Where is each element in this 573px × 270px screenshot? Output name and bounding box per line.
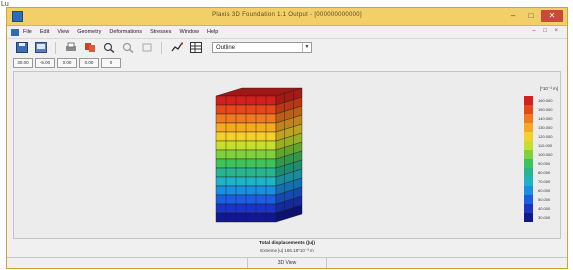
toolbar-separator — [161, 41, 162, 54]
legend-label: 100.000 — [538, 152, 553, 157]
minimize-button[interactable]: – — [505, 10, 521, 22]
close-button[interactable]: ✕ — [541, 10, 563, 22]
soil-block-model[interactable] — [14, 72, 560, 238]
menu-view[interactable]: View — [57, 29, 69, 35]
caption-quantity: Total displacements (|u|) — [259, 241, 315, 246]
view-angle-field[interactable]: 0.00 — [79, 57, 99, 68]
legend-entry: 110.000 — [524, 141, 564, 150]
output-type-value: Outline — [216, 45, 236, 51]
legend-label: 140.000 — [538, 116, 553, 121]
menu-deformations[interactable]: Deformations — [109, 29, 142, 35]
legend-label: 130.000 — [538, 125, 553, 130]
legend-swatch — [524, 114, 533, 123]
table-icon[interactable] — [189, 42, 202, 54]
color-legend: [*10⁻³ m] 160.000 150.000 140.000 130.000 12… — [524, 86, 564, 222]
chart-icon[interactable] — [170, 42, 183, 54]
legend-label: 30.000 — [538, 215, 551, 220]
legend-swatch — [524, 159, 533, 168]
app-window: Plaxis 3D Foundation 1.1 Output - [00000… — [6, 7, 568, 269]
legend-swatch — [524, 177, 533, 186]
legend-swatch — [524, 195, 533, 204]
mdi-controls[interactable]: – □ × — [532, 28, 561, 34]
legend-swatch — [524, 150, 533, 159]
legend-entry: 160.000 — [524, 96, 564, 105]
legend-entry: 80.000 — [524, 168, 564, 177]
legend-entry: 90.000 — [524, 159, 564, 168]
legend-swatch — [524, 204, 533, 213]
legend-swatch — [524, 168, 533, 177]
legend-entry: 120.000 — [524, 132, 564, 141]
legend-swatch — [524, 186, 533, 195]
legend-entry: 70.000 — [524, 177, 564, 186]
print-icon[interactable] — [64, 42, 77, 54]
view-angle-field[interactable]: 30.00 — [13, 57, 33, 68]
legend-label: 150.000 — [538, 107, 553, 112]
copy-icon[interactable] — [83, 42, 96, 54]
zoom-out-icon[interactable] — [121, 42, 134, 54]
legend-entry: 50.000 — [524, 195, 564, 204]
legend-swatch — [524, 141, 533, 150]
menu-help[interactable]: Help — [207, 29, 218, 35]
legend-entries: 160.000 150.000 140.000 130.000 120.000 110.0… — [524, 96, 564, 222]
plot-caption: Total displacements (|u|) Extreme |u| 16… — [13, 241, 561, 257]
menu-geometry[interactable]: Geometry — [77, 29, 101, 35]
legend-swatch — [524, 213, 533, 222]
view-angle-bar: 30.00 -5.00 0.00 0.00 0 — [7, 57, 567, 68]
legend-entry: 130.000 — [524, 123, 564, 132]
legend-title: [*10⁻³ m] — [539, 86, 558, 91]
view-angle-field[interactable]: -5.00 — [35, 57, 55, 68]
legend-swatch — [524, 105, 533, 114]
save-icon[interactable] — [15, 42, 28, 54]
output-type-select[interactable]: Outline ▼ — [212, 42, 312, 53]
legend-label: 60.000 — [538, 188, 551, 193]
title-bar[interactable]: Plaxis 3D Foundation 1.1 Output - [00000… — [7, 8, 567, 26]
menu-edit[interactable]: Edit — [40, 29, 49, 35]
legend-label: 40.000 — [538, 206, 551, 211]
legend-label: 50.000 — [538, 197, 551, 202]
view-angle-field[interactable]: 0.00 — [57, 57, 77, 68]
menu-stresses[interactable]: Stresses — [150, 29, 171, 35]
maximize-button[interactable]: □ — [523, 10, 539, 22]
chevron-down-icon[interactable]: ▼ — [302, 43, 311, 52]
legend-label: 110.000 — [538, 143, 553, 148]
legend-label: 120.000 — [538, 134, 553, 139]
view-angle-field[interactable]: 0 — [101, 57, 121, 68]
menu-bar: File Edit View Geometry Deformations Str… — [7, 27, 567, 37]
legend-label: 70.000 — [538, 179, 551, 184]
legend-label: 80.000 — [538, 170, 551, 175]
window-controls: – □ ✕ — [505, 10, 563, 22]
legend-swatch — [524, 96, 533, 105]
toolbar: Outline ▼ — [7, 38, 567, 56]
toolbar-separator — [55, 41, 56, 54]
legend-entry: 140.000 — [524, 114, 564, 123]
open-icon[interactable] — [34, 42, 47, 54]
legend-swatch — [524, 132, 533, 141]
reset-view-icon[interactable] — [140, 42, 153, 54]
legend-label: 160.000 — [538, 98, 553, 103]
menu-window[interactable]: Window — [179, 29, 199, 35]
window-title: Plaxis 3D Foundation 1.1 Output - [00000… — [212, 12, 362, 18]
document-icon — [11, 28, 19, 36]
legend-swatch — [524, 123, 533, 132]
legend-entry: 150.000 — [524, 105, 564, 114]
legend-entry: 60.000 — [524, 186, 564, 195]
status-view-label: 3D View — [246, 258, 328, 268]
legend-entry: 30.000 — [524, 213, 564, 222]
model-canvas[interactable]: [*10⁻³ m] 160.000 150.000 140.000 130.000 12… — [13, 71, 561, 239]
legend-entry: 100.000 — [524, 150, 564, 159]
zoom-in-icon[interactable] — [102, 42, 115, 54]
menu-file[interactable]: File — [23, 29, 32, 35]
legend-label: 90.000 — [538, 161, 551, 166]
status-bar: 3D View — [7, 257, 567, 268]
caption-extreme: Extreme |u| 166.18*10⁻³ m — [260, 248, 314, 253]
legend-entry: 40.000 — [524, 204, 564, 213]
